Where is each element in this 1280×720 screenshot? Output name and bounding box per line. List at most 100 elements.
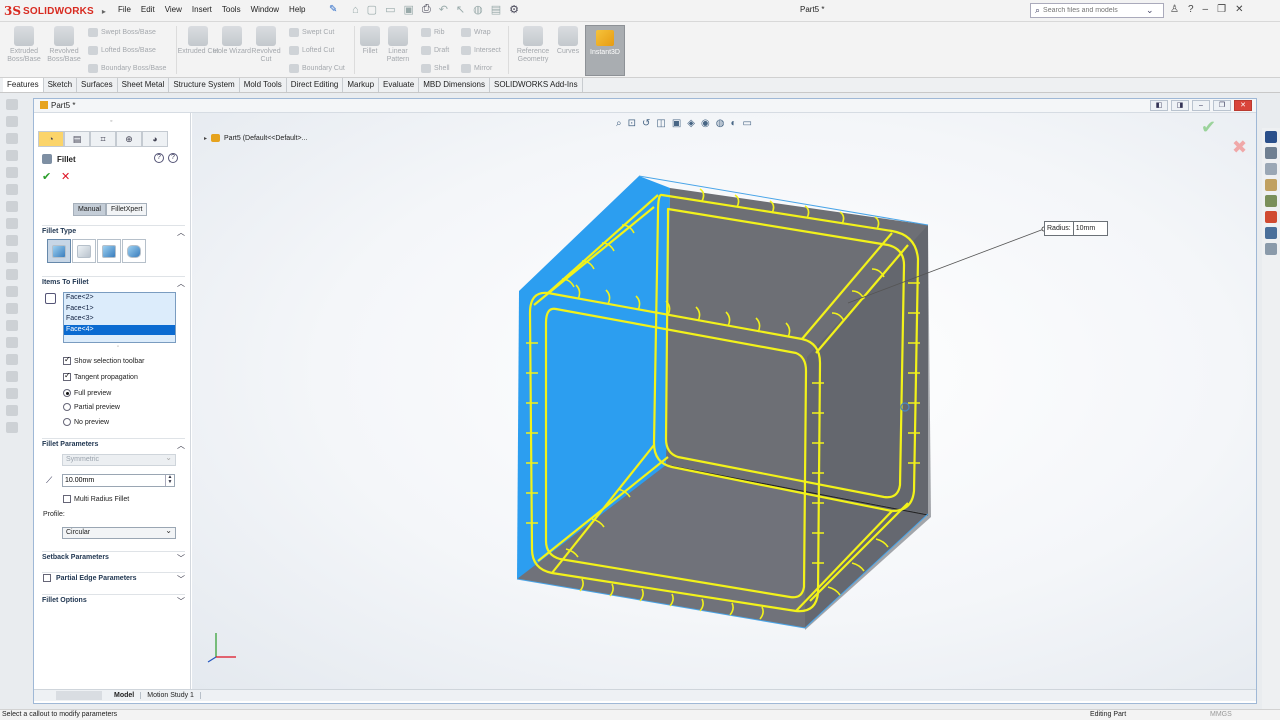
fillet-options-section[interactable]: Fillet Options ﹀ [42, 594, 185, 606]
list-resize-handle[interactable]: ◦ [117, 344, 119, 350]
swept-boss-button[interactable]: Swept Boss/Base [88, 28, 156, 37]
shortcut-icon[interactable] [6, 354, 18, 365]
revolved-boss-button[interactable]: Revolved Boss/Base [43, 26, 85, 64]
full-preview-row[interactable]: Full preview [63, 389, 111, 397]
panel-grip-icon[interactable]: ◦ [110, 118, 112, 125]
shortcut-icon[interactable] [6, 99, 18, 110]
curves-button[interactable]: Curves [549, 26, 587, 56]
tab-solidworks-addins[interactable]: SOLIDWORKS Add-Ins [490, 78, 583, 92]
shortcut-icon[interactable] [6, 371, 18, 382]
configuration-manager-tab-icon[interactable]: ⌗ [90, 131, 116, 147]
tab-structure-system[interactable]: Structure System [169, 78, 240, 92]
tab-mold-tools[interactable]: Mold Tools [240, 78, 287, 92]
search-dropdown-icon[interactable]: ⌄ [1146, 5, 1154, 16]
shortcut-icon[interactable] [6, 167, 18, 178]
confirm-ok-icon[interactable]: ✔ [1201, 117, 1216, 138]
home-icon[interactable]: ⌂ [352, 4, 359, 16]
view-palette-icon[interactable] [1265, 179, 1277, 191]
collapse-chevron-icon[interactable]: ︿ [177, 440, 185, 451]
boundary-cut-button[interactable]: Boundary Cut [289, 64, 345, 73]
shortcut-icon[interactable] [6, 235, 18, 246]
show-selection-toolbar-checkbox[interactable] [63, 355, 71, 365]
unit-system[interactable]: MMGS [1210, 711, 1232, 718]
variable-size-fillet-button[interactable] [72, 239, 96, 263]
shortcut-icon[interactable] [6, 150, 18, 161]
no-preview-radio[interactable] [63, 418, 71, 426]
list-item-selected[interactable]: Face<4> [64, 324, 175, 335]
radius-callout[interactable]: Radius: 10mm [1044, 221, 1108, 236]
custom-properties-icon[interactable] [1265, 211, 1277, 223]
doc-minimize-icon[interactable]: – [1192, 100, 1210, 111]
linear-pattern-button[interactable]: Linear Pattern [377, 26, 419, 64]
menu-tools[interactable]: Tools [222, 5, 241, 14]
logo-arrow-icon[interactable]: ▸ [102, 7, 106, 16]
shortcut-icon[interactable] [6, 286, 18, 297]
view-orientation-icon[interactable]: ▣ [672, 118, 681, 129]
minimize-icon[interactable]: – [1203, 4, 1209, 15]
user-icon[interactable]: ♙ [1170, 4, 1179, 15]
solidworks-logo[interactable]: 3S SOLIDWORKS ▸ [4, 3, 106, 19]
tab-features[interactable]: Features [3, 78, 44, 92]
shortcut-icon[interactable] [6, 252, 18, 263]
shortcut-icon[interactable] [6, 388, 18, 399]
shortcut-icon[interactable] [6, 320, 18, 331]
no-preview-row[interactable]: No preview [63, 418, 109, 426]
tab-surfaces[interactable]: Surfaces [77, 78, 118, 92]
shortcut-icon[interactable] [6, 337, 18, 348]
close-icon[interactable]: ✕ [1235, 4, 1243, 15]
pin-icon[interactable]: ✎ [329, 4, 337, 15]
tab-scroll-buttons[interactable] [56, 691, 102, 700]
wrap-button[interactable]: Wrap [461, 28, 491, 37]
edit-appearance-icon[interactable]: ◍ [716, 118, 725, 129]
collapse-chevron-icon[interactable]: ︿ [177, 278, 185, 289]
doc-tile-icon[interactable]: ◧ [1150, 100, 1168, 111]
constant-size-fillet-button[interactable] [47, 239, 71, 263]
feature-manager-tab-icon[interactable]: ◔ [38, 131, 64, 147]
save-icon[interactable]: ▣ [403, 3, 413, 16]
solidworks-resources-icon[interactable] [1265, 131, 1277, 143]
profile-select[interactable]: Circular [62, 526, 176, 539]
menu-window[interactable]: Window [251, 5, 279, 14]
rib-button[interactable]: Rib [421, 28, 445, 37]
new-file-icon[interactable]: ▢ [367, 3, 377, 16]
reference-geometry-button[interactable]: Reference Geometry [512, 26, 554, 64]
fillet-type-section[interactable]: Fillet Type ︿ [42, 225, 185, 237]
radius-input[interactable] [62, 474, 175, 487]
hide-show-items-icon[interactable]: ◉ [701, 118, 710, 129]
boundary-boss-button[interactable]: Boundary Boss/Base [88, 64, 166, 73]
items-to-fillet-section[interactable]: Items To Fillet ︿ [42, 276, 185, 288]
shortcut-icon[interactable] [6, 303, 18, 314]
list-item[interactable]: Face<1> [64, 304, 175, 315]
tangent-propagation-row[interactable]: Tangent propagation [63, 371, 138, 381]
tab-direct-editing[interactable]: Direct Editing [287, 78, 344, 92]
dimxpert-manager-tab-icon[interactable]: ⊕ [116, 131, 142, 147]
help-icon[interactable]: ? [1188, 4, 1194, 15]
partial-edge-section[interactable]: Partial Edge Parameters ﹀ [42, 572, 185, 584]
full-preview-radio[interactable] [63, 389, 71, 397]
partial-edge-checkbox[interactable] [43, 574, 51, 582]
manual-tab[interactable]: Manual [73, 203, 106, 216]
shortcut-icon[interactable] [6, 422, 18, 433]
callout-value[interactable]: 10mm [1074, 225, 1095, 232]
select-icon[interactable]: ↖ [456, 3, 465, 16]
radius-spinner[interactable]: ▲ ▼ [165, 475, 174, 486]
doc-restore-icon[interactable]: ❐ [1213, 100, 1231, 111]
shell-button[interactable]: Shell [421, 64, 450, 73]
swept-cut-button[interactable]: Swept Cut [289, 28, 334, 37]
file-properties-icon[interactable]: ▤ [491, 3, 501, 16]
view-settings-icon[interactable]: ▭ [743, 118, 752, 129]
property-manager-tab-icon[interactable]: ▤ [64, 131, 90, 147]
ok-check-icon[interactable]: ✔ [42, 170, 51, 183]
shortcut-icon[interactable] [6, 405, 18, 416]
shortcut-icon[interactable] [6, 116, 18, 127]
multi-radius-row[interactable]: Multi Radius Fillet [63, 495, 129, 503]
rebuild-icon[interactable]: ◍ [473, 3, 483, 16]
help-question-icon[interactable]: ? [154, 153, 164, 163]
cancel-x-icon[interactable]: ✕ [61, 170, 70, 183]
full-round-fillet-button[interactable] [122, 239, 146, 263]
expand-chevron-icon[interactable]: ﹀ [177, 553, 185, 564]
mirror-button[interactable]: Mirror [461, 64, 492, 73]
partial-preview-radio[interactable] [63, 403, 71, 411]
instant3d-button[interactable]: Instant3D [585, 25, 625, 76]
forum-icon[interactable] [1265, 243, 1277, 255]
